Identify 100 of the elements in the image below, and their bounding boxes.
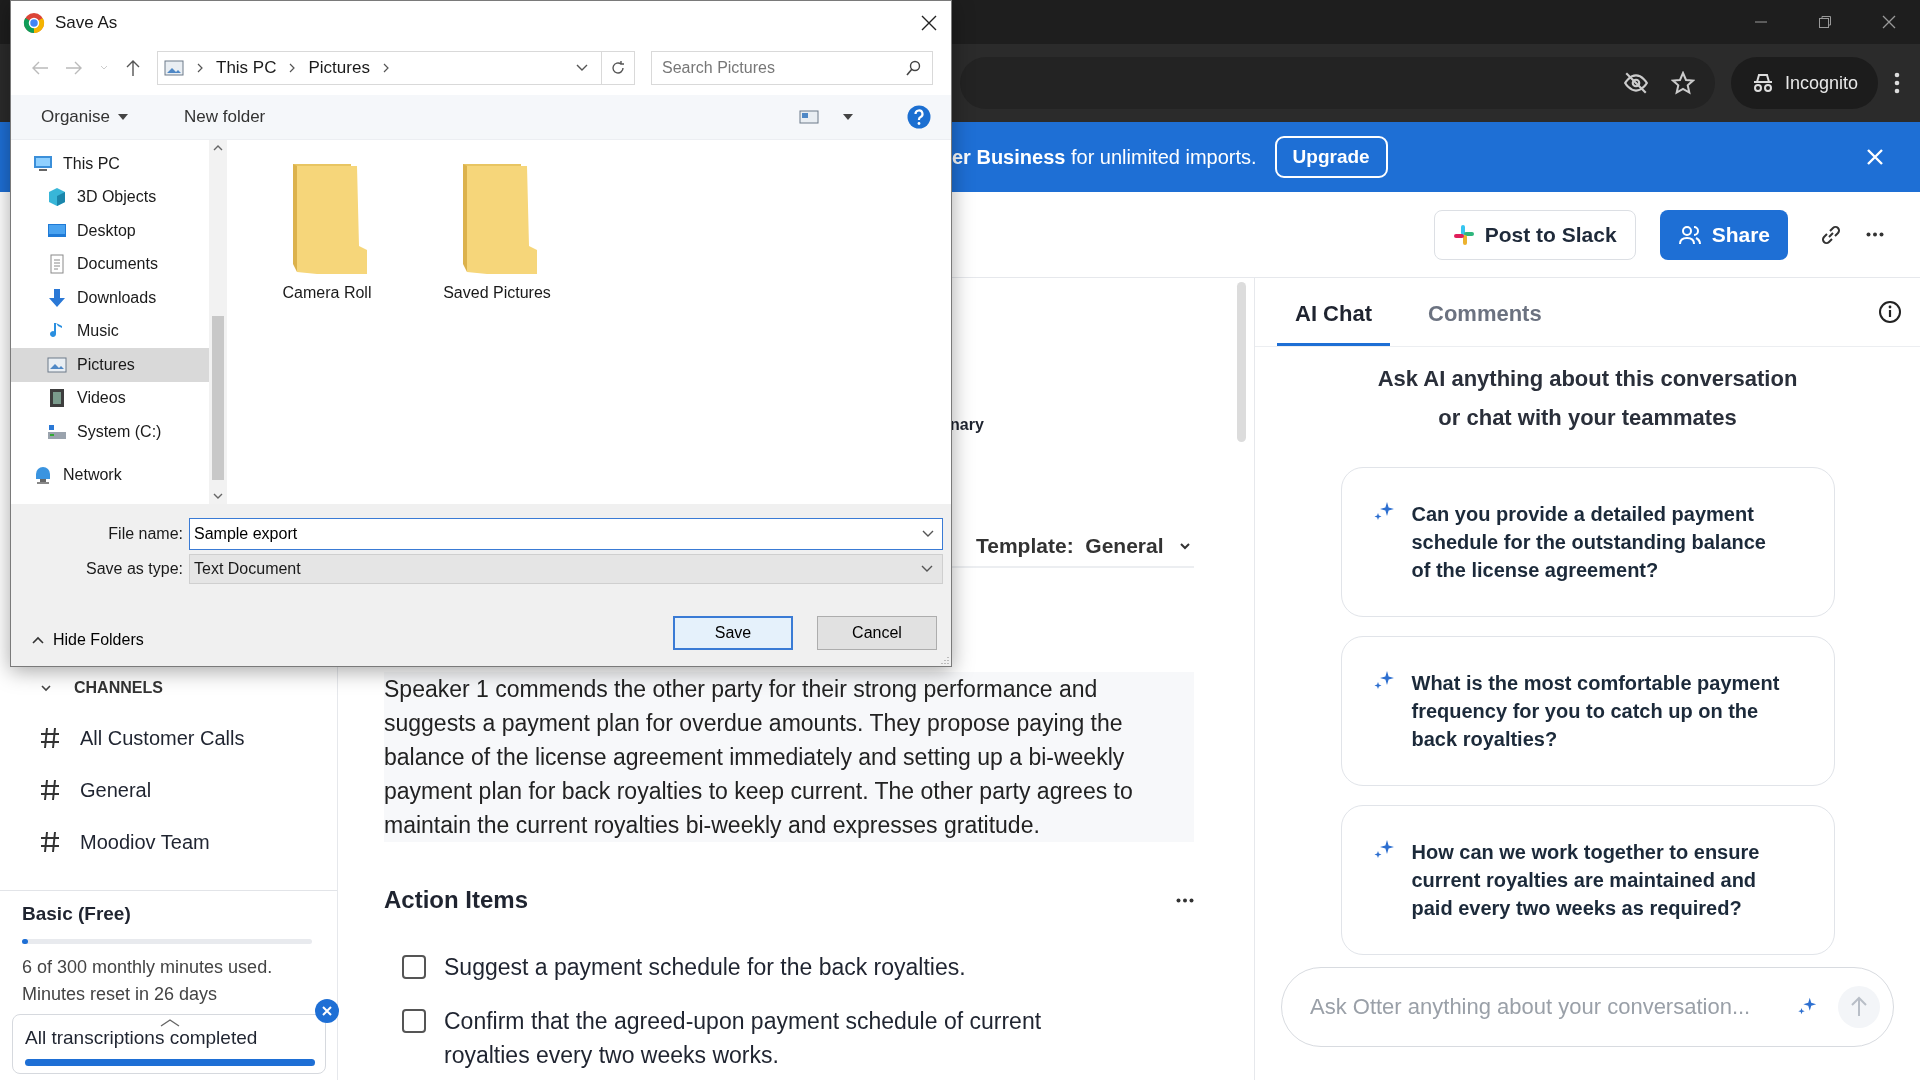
tree-item[interactable]: Downloads: [11, 281, 209, 315]
star-icon[interactable]: [1670, 71, 1695, 95]
suggestion-text: How can we work together to ensure current royalties are maintained and paid every two weeks as required?: [1411, 840, 1761, 921]
hash-icon: [40, 779, 60, 801]
picture-icon: [164, 60, 184, 76]
tree-item[interactable]: Desktop: [11, 214, 209, 248]
panel-heading: or chat with your teammates: [1438, 404, 1737, 432]
panel-tab[interactable]: AI Chat: [1277, 278, 1390, 346]
toolbar-button[interactable]: New folder: [178, 103, 272, 131]
search-icon: [905, 60, 921, 76]
channel-item[interactable]: All Customer Calls: [80, 726, 245, 750]
network-icon: [33, 465, 53, 486]
suggestion-card[interactable]: Can you provide a detailed payment schedule for the outstanding balance of the license agreement?: [1340, 467, 1835, 617]
template-dropdown[interactable]: Template: General: [976, 534, 1192, 558]
more-icon[interactable]: [1176, 897, 1194, 903]
more-icon[interactable]: [1866, 232, 1884, 237]
up-arrow-icon[interactable]: [125, 59, 141, 77]
monitor-icon: [33, 153, 53, 174]
tree-item[interactable]: Network: [11, 458, 209, 492]
round-logo-icon: [23, 12, 45, 34]
hash-icon: [40, 727, 60, 749]
suggestion-card[interactable]: What is the most comfortable payment frequency for you to catch up on the back royalties?: [1340, 636, 1835, 786]
hash-icon: [40, 831, 60, 853]
chevron-down-icon: [920, 564, 934, 574]
folder-item[interactable]: Saved Pictures: [437, 162, 557, 302]
refresh-icon: [610, 60, 626, 76]
info-icon[interactable]: [1878, 300, 1902, 324]
folder-label: Camera Roll: [282, 284, 372, 302]
chevron-right-icon[interactable]: [381, 63, 390, 73]
suggestion-text: Can you provide a detailed payment schedule for the outstanding balance of the license agreement?: [1411, 502, 1767, 583]
scroll-down-icon[interactable]: [213, 492, 223, 500]
suggestion-text: What is the most comfortable payment frequency for you to catch up on the back royalties?: [1411, 671, 1781, 752]
checkbox[interactable]: [402, 955, 426, 979]
file-name-field[interactable]: Sample export: [189, 518, 943, 550]
type-dropdown[interactable]: Text Document: [189, 554, 943, 584]
action-item-text: Confirm that the agreed-upon payment schedule of current royalties every two weeks works.: [444, 1007, 1043, 1070]
incognito-badge[interactable]: Incognito: [1730, 57, 1878, 109]
link-icon[interactable]: [1820, 223, 1842, 246]
suggestion-card[interactable]: How can we work together to ensure current royalties are maintained and paid every two weeks as required?: [1340, 805, 1835, 955]
scrollbar[interactable]: [209, 140, 227, 504]
people-icon: [1677, 223, 1702, 246]
close-icon[interactable]: [921, 15, 937, 31]
folder-item[interactable]: Camera Roll: [267, 162, 387, 302]
restore-icon[interactable]: [1818, 15, 1832, 29]
section-title: CHANNELS: [74, 679, 163, 697]
incognito-label: Incognito: [1784, 72, 1858, 94]
channel-item[interactable]: General: [80, 778, 152, 802]
tree-item[interactable]: Pictures: [11, 348, 209, 382]
chevron-down-icon[interactable]: [921, 529, 935, 539]
breadcrumb-item[interactable]: This PC: [216, 58, 277, 78]
film-icon: [47, 388, 67, 409]
chevron-up-icon: [31, 635, 45, 645]
panel-tab[interactable]: Comments: [1410, 278, 1560, 346]
tree-item[interactable]: 3D Objects: [11, 180, 209, 214]
menu-button[interactable]: Organise: [35, 103, 134, 131]
ask-field[interactable]: Ask Otter anything about your conversation...: [1281, 967, 1894, 1047]
channel-item[interactable]: Moodiov Team: [80, 830, 210, 854]
banner-text: er Business for unlimited imports.: [952, 145, 1257, 169]
tree-item[interactable]: This PC: [11, 147, 209, 181]
hide-folders-button[interactable]: Hide Folders: [25, 630, 150, 650]
share-button[interactable]: Share: [1659, 209, 1788, 260]
reset-text: Minutes reset in 26 days: [22, 983, 219, 1006]
scrollbar[interactable]: [1237, 282, 1246, 442]
dialog-title: Save As: [55, 13, 118, 33]
view-icon[interactable]: [799, 109, 819, 125]
resize-grip-icon[interactable]: [939, 654, 949, 664]
caret-icon[interactable]: [843, 114, 853, 120]
section-heading: Action Items: [384, 886, 529, 914]
breadcrumb-item[interactable]: Pictures: [308, 58, 370, 78]
document-icon: [47, 254, 67, 275]
tree-item[interactable]: Documents: [11, 247, 209, 281]
cancel-button[interactable]: Cancel: [817, 616, 937, 650]
checkbox[interactable]: [402, 1009, 426, 1033]
toast-text: All transcriptions completed: [25, 1027, 259, 1049]
scroll-up-icon[interactable]: [213, 144, 223, 152]
eye-off-icon[interactable]: [1622, 70, 1649, 96]
slack-button[interactable]: Post to Slack: [1433, 209, 1636, 260]
usage-text: 6 of 300 monthly minutes used.: [22, 956, 274, 979]
kebab-menu-icon[interactable]: [1894, 72, 1900, 94]
search-field[interactable]: Search Pictures: [651, 51, 933, 85]
tree-item[interactable]: System (C:): [11, 415, 209, 449]
slack-icon: [1452, 223, 1475, 246]
chevron-down-icon[interactable]: [575, 63, 589, 73]
chevron-up-icon[interactable]: [160, 1019, 180, 1027]
close-icon[interactable]: [1882, 15, 1896, 29]
tree-item[interactable]: Videos: [11, 381, 209, 415]
field-label: File name:: [107, 525, 184, 543]
upgrade-button[interactable]: Upgrade: [1274, 136, 1388, 178]
folder-label: Saved Pictures: [443, 284, 551, 302]
save-button[interactable]: Save: [673, 616, 793, 650]
plan-title: Basic (Free): [22, 903, 132, 925]
chevron-icon[interactable]: [40, 682, 52, 694]
chevron-right-icon[interactable]: [196, 63, 204, 73]
help-icon[interactable]: [907, 105, 931, 129]
address-bar[interactable]: This PC Pictures: [157, 51, 635, 85]
chevron-right-icon[interactable]: [288, 63, 297, 73]
action-item-text: Suggest a payment schedule for the back royalties.: [444, 953, 966, 982]
cube-icon: [47, 187, 67, 208]
caret-icon: [118, 114, 128, 120]
tree-item[interactable]: Music: [11, 314, 209, 348]
